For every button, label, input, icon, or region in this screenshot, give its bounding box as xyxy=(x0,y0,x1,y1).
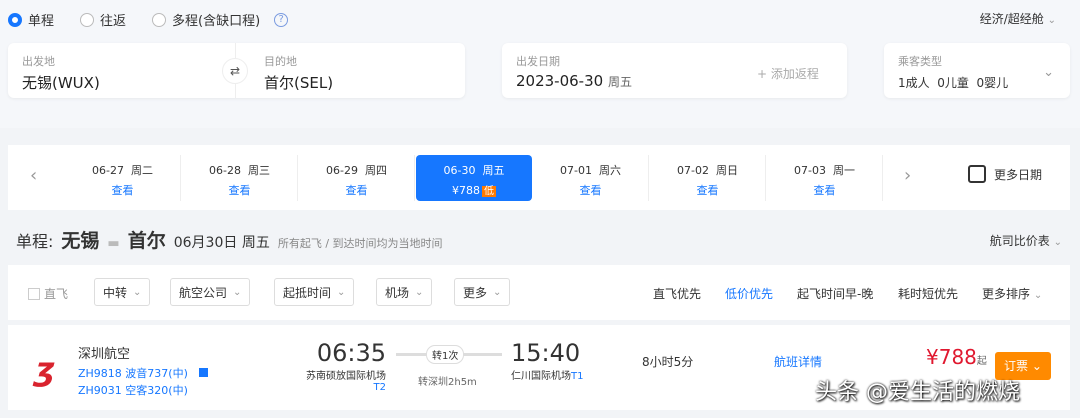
next-dates-icon[interactable]: › xyxy=(904,165,911,186)
date-tab-07-03[interactable]: 07-03 周一 查看 xyxy=(767,155,883,201)
radio-icon xyxy=(8,12,22,27)
label: 往返 xyxy=(100,14,127,29)
stops-badge[interactable]: 转1次 xyxy=(426,345,465,364)
date-value: 2023-06-30 周五 xyxy=(516,72,632,90)
departure-time: 06:35 xyxy=(316,339,386,367)
chevron-down-icon: ⌄ xyxy=(233,286,242,298)
sort-0[interactable]: 直飞优先 xyxy=(653,285,701,302)
more-dates-button[interactable]: 更多日期 xyxy=(968,165,1042,183)
time-note: 所有起飞 / 到达时间均为当地时间 xyxy=(277,237,443,250)
filter-4[interactable]: 更多 ⌄ xyxy=(454,278,511,306)
sort-2[interactable]: 起飞时间早-晚 xyxy=(797,285,873,302)
to-field[interactable]: 目的地首尔(SEL) xyxy=(264,53,333,93)
pax-value: 1成人 0儿童 0婴儿 xyxy=(898,76,1009,90)
chevron-down-icon: ⌄ xyxy=(337,286,346,298)
filter-3[interactable]: 机场 ⌄ xyxy=(376,278,433,306)
pax-label: 乘客类型 xyxy=(898,55,942,68)
swap-icon[interactable]: ⇄ xyxy=(222,58,248,84)
sort-3[interactable]: 耗时短优先 xyxy=(898,285,958,302)
from-label: 出发地 xyxy=(22,55,55,68)
filter-0[interactable]: 中转 ⌄ xyxy=(94,278,151,306)
transfer-info: 转深圳2h5m xyxy=(418,377,477,388)
direct-checkbox[interactable]: 直飞 xyxy=(28,285,68,302)
arrival-time: 15:40 xyxy=(511,339,581,367)
date-strip: ‹ 06-27 周二 查看 06-28 周三 查看 06-29 周四 查看 06-30 周五… xyxy=(8,145,1070,210)
chevron-down-icon: ⌄ xyxy=(133,286,142,298)
date-tab-07-02[interactable]: 07-02 周日 查看 xyxy=(650,155,766,201)
watermark: 头条 @爱生活的燃烧 xyxy=(815,380,1020,405)
cabin-select[interactable]: 经济/超经舱 ⌄ xyxy=(980,10,1056,27)
route-date: 06月30日 周五 xyxy=(173,235,270,251)
cabin-value: 经济/超经舱 xyxy=(979,12,1044,26)
filter-bar: 直飞 中转 ⌄ 航空公司 ⌄ 起抵时间 ⌄ 机场 ⌄ 更多 ⌄ 直飞优先 低价优先 起飞时间早-晚 耗时… xyxy=(8,265,1070,320)
prev-dates-icon[interactable]: ‹ xyxy=(30,165,37,186)
price: ¥788起 xyxy=(926,345,987,369)
departure-terminal: T2 xyxy=(373,382,386,393)
trip-type-multi[interactable]: 多程(含缺口程)? xyxy=(152,10,289,29)
filter-2[interactable]: 起抵时间 ⌄ xyxy=(274,278,355,306)
date-label: 出发日期 xyxy=(516,55,560,68)
flight-leg-1[interactable]: ZH9818 波音737(中) xyxy=(78,365,209,381)
label: 单程 xyxy=(28,14,55,29)
departure-airport: 苏南硕放国际机场 xyxy=(306,371,386,382)
label: 多程(含缺口程) xyxy=(172,14,261,29)
arrow-icon: ▬ xyxy=(107,236,120,251)
chevron-down-icon: ⌄ xyxy=(1047,15,1056,26)
date-field[interactable]: 出发日期 2023-06-30 周五 + 添加返程 xyxy=(502,43,847,98)
to-value: 首尔(SEL) xyxy=(264,74,334,92)
flight-duration: 8小时5分 xyxy=(642,355,694,369)
compare-table-button[interactable]: 航司比价表 ⌄ xyxy=(990,232,1062,249)
date-tab-06-30[interactable]: 06-30 周五 ¥788 低 xyxy=(416,155,532,201)
city-fields: 出发地无锡(WUX) ⇄ 目的地首尔(SEL) xyxy=(8,43,465,98)
date-tab-06-27[interactable]: 06-27 周二 查看 xyxy=(65,155,181,201)
trip-type-roundtrip[interactable]: 往返 xyxy=(80,10,126,29)
date-tab-06-28[interactable]: 06-28 周三 查看 xyxy=(182,155,298,201)
from-value: 无锡(WUX) xyxy=(22,74,100,92)
sort-1[interactable]: 低价优先 xyxy=(725,285,773,302)
airline-name: 深圳航空 xyxy=(78,347,131,362)
play-icon[interactable] xyxy=(199,368,209,377)
add-return-button[interactable]: + 添加返程 xyxy=(757,65,819,82)
flight-details-link[interactable]: 航班详情 xyxy=(774,353,822,370)
chevron-down-icon: ⌄ xyxy=(1043,65,1054,80)
from-field[interactable]: 出发地无锡(WUX) xyxy=(22,53,100,93)
to-label: 目的地 xyxy=(264,55,297,68)
route-header: 单程: 无锡 ▬ 首尔 06月30日 周五 所有起飞 / 到达时间均为当地时间 xyxy=(16,226,443,253)
help-icon[interactable]: ? xyxy=(274,12,289,27)
low-price-badge: 低 xyxy=(482,186,496,197)
filter-1[interactable]: 航空公司 ⌄ xyxy=(170,278,251,306)
chevron-down-icon: ⌄ xyxy=(415,286,424,298)
trip-type-oneway[interactable]: 单程 xyxy=(8,10,54,29)
route-to: 首尔 xyxy=(127,230,166,252)
airline-logo: ʒ xyxy=(30,350,62,388)
trip-type-label: 单程: xyxy=(16,232,54,251)
arrival-airport: 仁川国际机场 xyxy=(511,371,571,382)
radio-icon xyxy=(152,12,167,27)
date-tab-07-01[interactable]: 07-01 周六 查看 xyxy=(533,155,649,201)
sort-4[interactable]: 更多排序 ⌄ xyxy=(982,285,1042,302)
flight-leg-2[interactable]: ZH9031 空客320(中) xyxy=(78,382,188,398)
route-from: 无锡 xyxy=(61,230,100,252)
arrival-terminal: T1 xyxy=(571,371,584,382)
date-tab-06-29[interactable]: 06-29 周四 查看 xyxy=(299,155,415,201)
passenger-select[interactable]: 乘客类型 1成人 0儿童 0婴儿 ⌄ xyxy=(884,43,1070,98)
more-dates-label: 更多日期 xyxy=(994,167,1043,182)
calendar-icon xyxy=(968,165,986,183)
radio-icon xyxy=(80,12,95,27)
chevron-down-icon: ⌄ xyxy=(493,286,502,298)
